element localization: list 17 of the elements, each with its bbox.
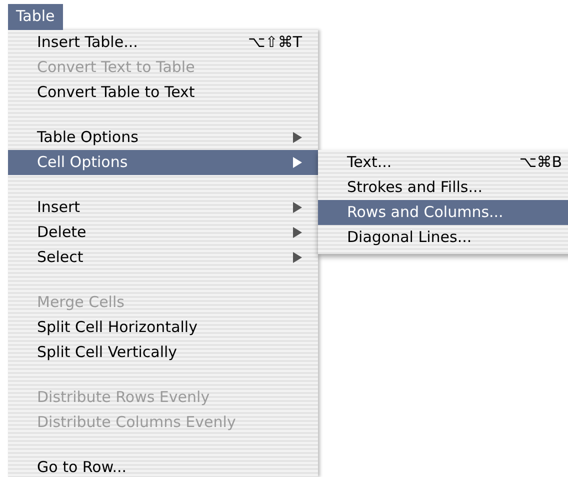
menu-item[interactable]: Table Options [8, 125, 318, 150]
menu-item[interactable]: Insert [8, 195, 318, 220]
menu-item[interactable]: Insert Table... ⌥⇧⌘T [8, 30, 318, 55]
menu-item[interactable]: Split Cell Horizontally [8, 315, 318, 340]
menu-item[interactable]: Text... ⌥⌘B [318, 150, 568, 175]
shortcut-label: ⌥⇧⌘T [248, 32, 302, 54]
menu-item[interactable]: Delete [8, 220, 318, 245]
menu-item[interactable]: Strokes and Fills... [318, 175, 568, 200]
menu-item[interactable]: Convert Table to Text [8, 80, 318, 105]
menu-item[interactable]: Select [8, 245, 318, 270]
shortcut-label: ⌥⌘B [519, 152, 562, 174]
menu-title[interactable]: Table [8, 4, 63, 30]
menu-item[interactable]: Cell Options [8, 150, 318, 175]
menu-item[interactable]: Diagonal Lines... [318, 225, 568, 250]
menu-item[interactable]: Split Cell Vertically [8, 340, 318, 365]
menu-item[interactable]: Go to Row... [8, 455, 318, 477]
menu-item[interactable]: Rows and Columns... [318, 200, 568, 225]
